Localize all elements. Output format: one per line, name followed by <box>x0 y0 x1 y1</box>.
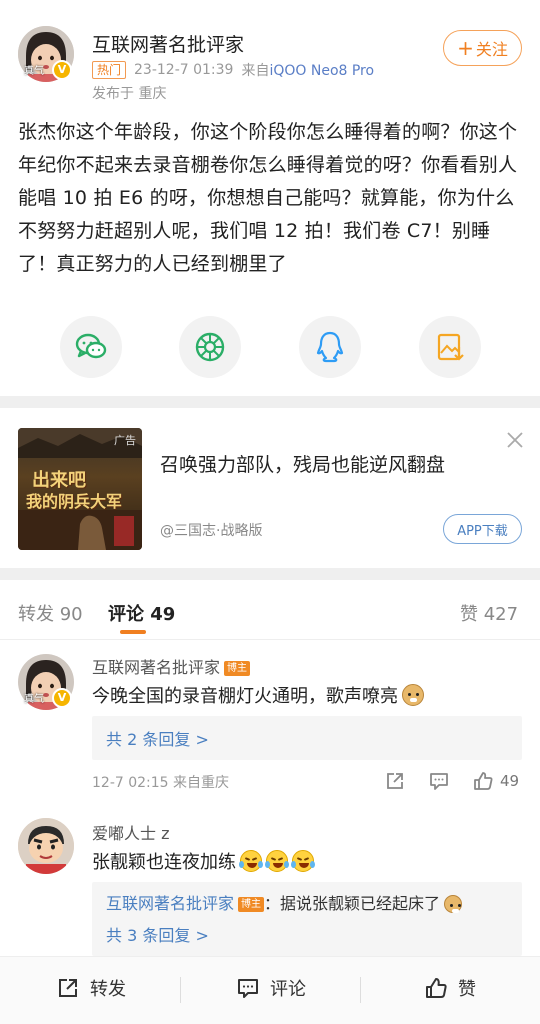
author-name[interactable]: 互联网著名批评家 <box>92 30 244 57</box>
avatar-tag: 真气 <box>24 66 44 77</box>
ad-title[interactable]: 召唤强力部队，残局也能逆风翻盘 <box>160 450 445 477</box>
ad-image-label: 广告 <box>114 434 136 447</box>
comment-text: 今晚全国的录音棚灯火通明，歌声嘹亮 <box>92 682 424 708</box>
share-row <box>0 316 540 380</box>
ad-image-title-line2: 我的阴兵大军 <box>26 492 123 511</box>
repost-icon <box>59 979 77 997</box>
interaction-tabs: 转发 90 评论 49 赞 427 <box>0 582 540 640</box>
section-divider <box>0 396 540 408</box>
like-label: 赞 <box>458 979 476 1000</box>
share-wechat-button[interactable] <box>60 316 122 378</box>
post-text: 张杰你这个年龄段，你这个阶段你怎么睡得着的啊？你这个年纪你不起来去录音棚卷你怎么… <box>18 121 518 275</box>
laugh-cry-emoji-icon <box>291 850 315 872</box>
post-meta: 热门 23-12-7 01:39 来自iQOO Neo8 Pro <box>92 60 374 80</box>
ad-image[interactable]: 广告 出来吧 我的阴兵大军 <box>18 428 142 550</box>
post-time: 23-12-7 01:39 <box>134 62 234 78</box>
reply-box[interactable]: 互联网著名批评家 博主 ：据说张靓颖已经起床了 共 3 条回复 > <box>92 882 522 956</box>
section-divider <box>0 568 540 580</box>
tab-active-indicator <box>120 630 146 634</box>
ad-card[interactable]: 广告 出来吧 我的阴兵大军 召唤强力部队，残局也能逆风翻盘 @三国志·战略版 A… <box>0 408 540 568</box>
repost-label: 转发 <box>90 979 126 1000</box>
app-download-button[interactable]: APP下载 <box>443 514 522 544</box>
comment-item: 爱嘟人士 z 张靓颖也连夜加练 互联网著名批评家 博主 ：据说张靓颖已经起床了 共 … <box>0 810 540 960</box>
comment-label: 评论 <box>270 979 306 1000</box>
more-replies-link[interactable]: 共 2 条回复 > <box>92 726 522 750</box>
verified-badge-icon: V <box>52 60 72 80</box>
reply-text: ：据说张靓颖已经起床了 <box>264 894 441 913</box>
reply-comment-button[interactable] <box>428 770 450 792</box>
divider <box>360 977 361 1003</box>
doge-emoji-icon <box>402 684 424 706</box>
share-moments-button[interactable] <box>179 316 241 378</box>
save-image-icon <box>437 333 464 361</box>
divider <box>180 977 181 1003</box>
tab-repost[interactable]: 转发 90 <box>18 600 83 626</box>
comment-text-content: 张靓颖也连夜加练 <box>92 852 236 873</box>
repost-button[interactable]: 转发 <box>56 975 126 1001</box>
bottom-action-bar: 转发 评论 赞 <box>0 956 540 1024</box>
comment-item: 真气 V 互联网著名批评家 博主 今晚全国的录音棚灯火通明，歌声嘹亮 共 2 条回… <box>0 640 540 800</box>
comment-button[interactable]: 评论 <box>236 975 306 1001</box>
device-name: iQOO Neo8 Pro <box>269 63 375 79</box>
comment-time: 12-7 02:15 来自重庆 <box>92 775 230 791</box>
post-header: 真气 V 互联网著名批评家 热门 23-12-7 01:39 来自iQOO Ne… <box>0 0 540 110</box>
share-qq-button[interactable] <box>299 316 361 378</box>
ad-source: @三国志·战略版 <box>160 523 263 539</box>
follow-label: 关注 <box>475 40 508 59</box>
laugh-cry-emoji-icon <box>239 850 263 872</box>
comment-like-count: 49 <box>500 772 520 790</box>
reply-box[interactable]: 共 2 条回复 > <box>92 716 522 760</box>
doge-emoji-icon <box>444 895 463 913</box>
author-tag: 博主 <box>238 897 265 912</box>
commenter-name-text: 互联网著名批评家 <box>92 658 221 677</box>
repost-comment-button[interactable] <box>384 770 406 792</box>
verified-badge-icon: V <box>52 688 72 708</box>
wechat-icon <box>75 333 107 359</box>
post-location: 发布于 重庆 <box>92 86 167 102</box>
more-replies-link[interactable]: 共 3 条回复 > <box>92 922 522 946</box>
save-image-button[interactable] <box>419 316 481 378</box>
comment-text: 张靓颖也连夜加练 <box>92 848 315 874</box>
comment-icon <box>430 773 448 790</box>
post-source: 来自iQOO Neo8 Pro <box>241 60 374 80</box>
qq-icon <box>316 331 344 363</box>
laugh-cry-emoji-icon <box>265 850 289 872</box>
moments-icon <box>195 332 225 362</box>
plus-icon: + <box>457 36 474 60</box>
tab-like[interactable]: 赞 427 <box>460 600 518 626</box>
author-tag: 博主 <box>224 661 251 676</box>
commenter-avatar[interactable] <box>18 818 74 874</box>
hot-tag: 热门 <box>92 61 127 79</box>
commenter-name[interactable]: 互联网著名批评家 博主 <box>92 654 251 678</box>
reply-user[interactable]: 互联网著名批评家 <box>106 894 234 913</box>
comment-icon <box>238 979 258 998</box>
comment-text-content: 今晚全国的录音棚灯火通明，歌声嘹亮 <box>92 686 398 707</box>
commenter-name[interactable]: 爱嘟人士 z <box>92 820 170 844</box>
avatar-tag: 真气 <box>24 694 44 705</box>
follow-button[interactable]: + 关注 <box>443 30 522 66</box>
source-prefix: 来自 <box>241 63 270 79</box>
like-comment-button[interactable]: 49 <box>472 770 519 792</box>
share-icon <box>387 773 403 789</box>
close-icon[interactable] <box>505 430 525 450</box>
like-button[interactable]: 赞 <box>424 975 476 1001</box>
thumbs-up-icon <box>426 978 447 998</box>
tab-comment[interactable]: 评论 49 <box>108 600 175 626</box>
reply-preview[interactable]: 互联网著名批评家 博主 ：据说张靓颖已经起床了 <box>92 890 522 914</box>
thumbs-up-icon <box>474 772 493 790</box>
